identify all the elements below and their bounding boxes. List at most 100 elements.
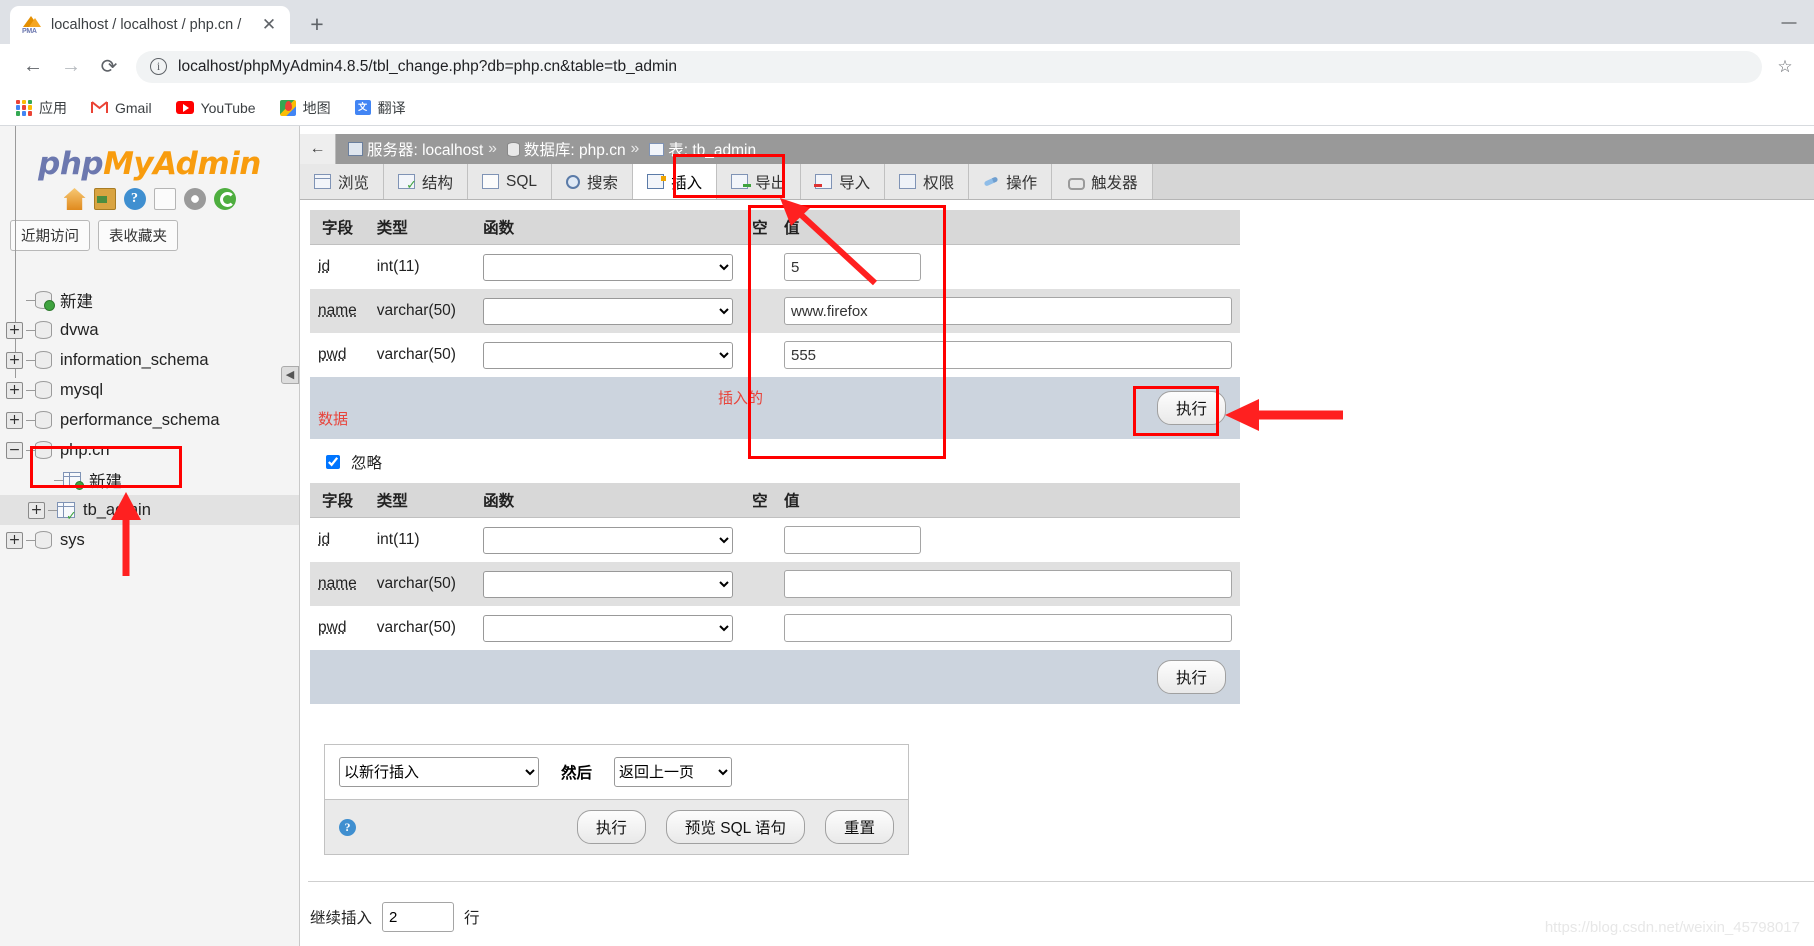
bookmark-translate[interactable]: 文 翻译 [354, 98, 406, 118]
tab-operations[interactable]: 操作 [969, 164, 1053, 199]
function-select-id-1[interactable] [483, 253, 734, 281]
sidebar-tab-favorites[interactable]: 表收藏夹 [98, 220, 178, 251]
field-name[interactable]: name [310, 289, 369, 333]
tree-connector [26, 329, 35, 331]
home-icon[interactable] [63, 188, 86, 210]
bookmark-gmail[interactable]: Gmail [91, 100, 152, 116]
insert-icon [647, 174, 667, 189]
tab-export[interactable]: 导出 [717, 164, 802, 199]
insert-mode-select[interactable]: 以新行插入 [339, 757, 539, 787]
browser-tab[interactable]: PMA localhost / localhost / php.cn / ✕ [10, 6, 290, 44]
bookmark-star-icon[interactable]: ☆ [1770, 57, 1800, 77]
continue-rows-input[interactable] [382, 902, 455, 932]
database-icon [35, 411, 52, 429]
expand-icon[interactable]: + [6, 321, 23, 339]
reload-icon[interactable]: ⟳ [90, 48, 128, 86]
expand-icon[interactable]: + [6, 531, 23, 549]
expand-icon[interactable]: + [6, 411, 23, 429]
tree-item-new-database[interactable]: 新建 [0, 285, 299, 315]
function-select-name-2[interactable] [483, 570, 734, 598]
address-bar[interactable]: i localhost/phpMyAdmin4.8.5/tbl_change.p… [136, 50, 1762, 83]
breadcrumb-table[interactable]: 表: tb_admin [668, 138, 756, 160]
bookmark-maps[interactable]: 地图 [279, 98, 331, 118]
bookmark-youtube[interactable]: YouTube [175, 100, 256, 116]
value-input-name-2[interactable] [784, 570, 1232, 598]
tab-label: 操作 [1006, 174, 1038, 192]
field-name[interactable]: pwd [310, 606, 369, 650]
reload-icon[interactable] [213, 188, 236, 210]
help-icon[interactable]: ? [339, 818, 356, 836]
sidebar-tabs: 近期访问 表收藏夹 [10, 220, 299, 251]
tree-item-sys[interactable]: + sys [0, 525, 299, 555]
tab-import[interactable]: 导入 [801, 164, 886, 199]
settings-icon[interactable] [183, 188, 206, 210]
value-cell [776, 289, 1240, 333]
logout-icon[interactable] [93, 188, 116, 210]
breadcrumb-back-icon[interactable]: ← [300, 134, 336, 164]
tab-sql[interactable]: SQL [468, 164, 553, 199]
tree-item-performance-schema[interactable]: + performance_schema [0, 405, 299, 435]
new-tab-button[interactable]: + [300, 7, 334, 41]
execute-button-1[interactable]: 执行 [1156, 391, 1226, 425]
breadcrumb-database[interactable]: 数据库: php.cn [524, 138, 626, 160]
value-input-id-1[interactable] [784, 253, 921, 281]
tab-browse[interactable]: 浏览 [300, 164, 385, 199]
docs-icon[interactable] [153, 188, 176, 210]
function-select-id-2[interactable] [483, 526, 734, 554]
server-icon [348, 142, 363, 156]
null-cell [744, 606, 776, 650]
reset-button[interactable]: 重置 [824, 810, 894, 844]
tab-privileges[interactable]: 权限 [885, 164, 970, 199]
function-select-pwd-1[interactable] [483, 341, 734, 369]
tree-item-mysql[interactable]: + mysql [0, 375, 299, 405]
phpmyadmin-app: phpMyAdmin ? 近期访问 表收藏夹 ◀ 新建 + dvwa + inf… [0, 126, 1814, 946]
tab-insert[interactable]: 插入 [633, 164, 718, 199]
value-input-id-2[interactable] [784, 526, 921, 554]
value-input-pwd-2[interactable] [784, 614, 1232, 642]
preview-sql-button[interactable]: 预览 SQL 语句 [665, 810, 805, 844]
minimize-button[interactable]: — [1764, 14, 1814, 31]
null-cell [744, 289, 776, 333]
tree-item-php-cn[interactable]: − php.cn [0, 435, 299, 465]
collapse-icon[interactable]: − [6, 441, 23, 459]
tree-connector [26, 539, 35, 541]
insert-options-buttons: ? 执行 预览 SQL 语句 重置 [325, 799, 908, 854]
field-name[interactable]: id [310, 517, 369, 562]
field-type: int(11) [368, 517, 476, 562]
site-info-icon[interactable]: i [150, 58, 167, 75]
value-input-pwd-1[interactable] [784, 341, 1232, 369]
tab-search[interactable]: 搜索 [552, 164, 634, 199]
null-cell [744, 562, 776, 606]
expand-icon[interactable]: + [28, 501, 45, 519]
expand-icon[interactable]: + [6, 351, 23, 369]
field-name[interactable]: pwd [310, 333, 369, 377]
tree-item-tb-admin[interactable]: + ✓ tb_admin [0, 495, 299, 525]
tab-structure[interactable]: 结构 [384, 164, 469, 199]
ignore-checkbox[interactable] [326, 455, 340, 469]
tab-label: 权限 [923, 174, 955, 192]
execute-button-3[interactable]: 执行 [576, 810, 646, 844]
forward-icon[interactable]: → [52, 48, 90, 86]
help-icon[interactable]: ? [123, 188, 146, 210]
database-icon [506, 141, 520, 157]
value-input-name-1[interactable] [784, 297, 1232, 325]
bookmark-apps[interactable]: 应用 [16, 98, 67, 118]
sidebar-tab-recent[interactable]: 近期访问 [10, 220, 90, 251]
execute-button-2[interactable]: 执行 [1156, 660, 1226, 694]
tab-triggers[interactable]: 触发器 [1052, 164, 1153, 199]
back-icon[interactable]: ← [14, 48, 52, 86]
tree-item-information-schema[interactable]: + information_schema [0, 345, 299, 375]
close-icon[interactable]: ✕ [258, 14, 280, 36]
field-name[interactable]: id [310, 244, 369, 289]
function-select-name-1[interactable] [483, 297, 734, 325]
header-function: 函数 [475, 483, 745, 518]
tree-item-dvwa[interactable]: + dvwa [0, 315, 299, 345]
function-select-pwd-2[interactable] [483, 614, 734, 642]
phpmyadmin-logo[interactable]: phpMyAdmin [0, 146, 299, 182]
breadcrumb-server[interactable]: 服务器: localhost [367, 138, 483, 160]
table-row: pwd varchar(50) [310, 606, 1240, 650]
field-name[interactable]: name [310, 562, 369, 606]
expand-icon[interactable]: + [6, 381, 23, 399]
tree-item-new-table[interactable]: 新建 [0, 465, 299, 495]
after-insert-select[interactable]: 返回上一页 [614, 757, 733, 787]
